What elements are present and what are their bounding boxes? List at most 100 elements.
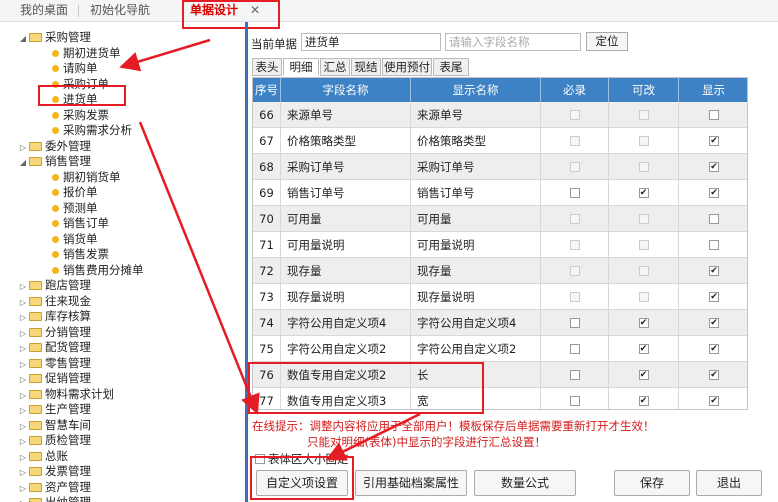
show-cell[interactable]: [679, 102, 747, 128]
expand-icon[interactable]: ▷: [18, 388, 28, 403]
checkbox-checked[interactable]: ✔: [638, 318, 649, 328]
expand-icon[interactable]: ▷: [18, 450, 28, 465]
expand-icon[interactable]: ▷: [18, 403, 28, 418]
field-name-cell[interactable]: 现存量说明: [281, 284, 411, 310]
collapse-icon[interactable]: ◢: [18, 155, 28, 170]
display-name-cell[interactable]: 字符公用自定义项2: [411, 336, 541, 362]
table-row[interactable]: 66 来源单号 来源单号: [253, 102, 747, 128]
column-header[interactable]: 必录: [541, 78, 609, 102]
row-number[interactable]: 73: [253, 284, 281, 310]
field-name-cell[interactable]: 销售订单号: [281, 180, 411, 206]
editable-cell[interactable]: [609, 154, 679, 180]
required-cell[interactable]: [541, 232, 609, 258]
row-number[interactable]: 69: [253, 180, 281, 206]
required-cell[interactable]: [541, 284, 609, 310]
checkbox-checked[interactable]: ✔: [709, 318, 719, 328]
tree-folder[interactable]: ▷ 生产管理: [18, 402, 91, 417]
expand-icon[interactable]: ▷: [18, 481, 28, 496]
table-row[interactable]: 71 可用量说明 可用量说明: [253, 232, 747, 258]
field-name-cell[interactable]: 价格策略类型: [281, 128, 411, 154]
table-row[interactable]: 75 字符公用自定义项2 字符公用自定义项2 ✔ ✔: [253, 336, 747, 362]
tree-item[interactable]: 销货单: [52, 232, 98, 247]
expand-icon[interactable]: ▷: [18, 357, 28, 372]
expand-icon[interactable]: ▷: [18, 419, 28, 434]
editable-cell[interactable]: [609, 102, 679, 128]
expand-icon[interactable]: ▷: [18, 496, 28, 502]
checkbox-unchecked[interactable]: [569, 370, 580, 380]
display-name-cell[interactable]: 可用量: [411, 206, 541, 232]
current-doc-input[interactable]: 进货单: [301, 33, 441, 51]
column-header[interactable]: 显示: [679, 78, 747, 102]
editable-cell[interactable]: ✔: [609, 388, 679, 409]
table-row[interactable]: 74 字符公用自定义项4 字符公用自定义项4 ✔ ✔: [253, 310, 747, 336]
required-cell[interactable]: [541, 258, 609, 284]
row-number[interactable]: 70: [253, 206, 281, 232]
expand-icon[interactable]: ▷: [18, 279, 28, 294]
editable-cell[interactable]: [609, 206, 679, 232]
required-cell[interactable]: [541, 128, 609, 154]
exit-button[interactable]: 退出: [696, 470, 762, 496]
display-name-cell[interactable]: 价格策略类型: [411, 128, 541, 154]
tree-item[interactable]: 采购发票: [52, 108, 109, 123]
expand-icon[interactable]: ▷: [18, 295, 28, 310]
show-cell[interactable]: [679, 206, 747, 232]
table-row[interactable]: 70 可用量 可用量: [253, 206, 747, 232]
checkbox-checked[interactable]: ✔: [709, 162, 719, 172]
column-header[interactable]: 显示名称: [411, 78, 541, 102]
display-name-cell[interactable]: 来源单号: [411, 102, 541, 128]
checkbox-checked[interactable]: ✔: [638, 396, 649, 406]
checkbox-unchecked[interactable]: [569, 344, 580, 354]
row-number[interactable]: 68: [253, 154, 281, 180]
section-tab[interactable]: 明细: [283, 58, 319, 76]
row-number[interactable]: 74: [253, 310, 281, 336]
tree-item[interactable]: 销售发票: [52, 247, 109, 262]
editable-cell[interactable]: ✔: [609, 336, 679, 362]
checkbox-unchecked[interactable]: [569, 396, 580, 406]
tree-folder[interactable]: ▷ 促销管理: [18, 371, 91, 386]
tree-folder[interactable]: ▷ 总账: [18, 449, 68, 464]
row-number[interactable]: 72: [253, 258, 281, 284]
expand-icon[interactable]: ▷: [18, 326, 28, 341]
tree-folder[interactable]: ▷ 物料需求计划: [18, 387, 114, 402]
expand-icon[interactable]: ▷: [18, 341, 28, 356]
table-row[interactable]: 69 销售订单号 销售订单号 ✔ ✔: [253, 180, 747, 206]
tree-folder[interactable]: ▷ 质检管理: [18, 433, 91, 448]
checkbox-unchecked[interactable]: [569, 318, 580, 328]
required-cell[interactable]: [541, 362, 609, 388]
expand-icon[interactable]: ▷: [18, 140, 28, 155]
editable-cell[interactable]: ✔: [609, 310, 679, 336]
show-cell[interactable]: ✔: [679, 180, 747, 206]
show-cell[interactable]: ✔: [679, 310, 747, 336]
display-name-cell[interactable]: 现存量: [411, 258, 541, 284]
tree-folder[interactable]: ◢ 销售管理: [18, 154, 91, 169]
display-name-cell[interactable]: 销售订单号: [411, 180, 541, 206]
field-search-input[interactable]: 请输入字段名称: [445, 33, 581, 51]
show-cell[interactable]: ✔: [679, 128, 747, 154]
display-name-cell[interactable]: 字符公用自定义项4: [411, 310, 541, 336]
locate-button[interactable]: 定位: [586, 32, 628, 51]
column-header[interactable]: 字段名称: [281, 78, 411, 102]
checkbox-unchecked[interactable]: [709, 214, 719, 224]
field-name-cell[interactable]: 来源单号: [281, 102, 411, 128]
quantity-formula-button[interactable]: 数量公式: [474, 470, 576, 496]
tree-folder[interactable]: ▷ 委外管理: [18, 139, 91, 154]
show-cell[interactable]: [679, 232, 747, 258]
show-cell[interactable]: ✔: [679, 336, 747, 362]
required-cell[interactable]: [541, 206, 609, 232]
editable-cell[interactable]: [609, 258, 679, 284]
tree-folder[interactable]: ▷ 库存核算: [18, 309, 91, 324]
panel-splitter[interactable]: [245, 22, 248, 502]
display-name-cell[interactable]: 采购订单号: [411, 154, 541, 180]
table-row[interactable]: 73 现存量说明 现存量说明 ✔: [253, 284, 747, 310]
checkbox-unchecked[interactable]: [569, 188, 580, 198]
editable-cell[interactable]: [609, 232, 679, 258]
checkbox-checked[interactable]: ✔: [709, 292, 719, 302]
tree-item[interactable]: 请购单: [52, 61, 98, 76]
save-button[interactable]: 保存: [614, 470, 690, 496]
tree-folder[interactable]: ▷ 智慧车间: [18, 418, 91, 433]
tab-my-desktop[interactable]: 我的桌面: [20, 0, 68, 22]
section-tab[interactable]: 使用预付: [382, 58, 432, 76]
show-cell[interactable]: ✔: [679, 362, 747, 388]
tree-folder[interactable]: ▷ 零售管理: [18, 356, 91, 371]
editable-cell[interactable]: ✔: [609, 362, 679, 388]
